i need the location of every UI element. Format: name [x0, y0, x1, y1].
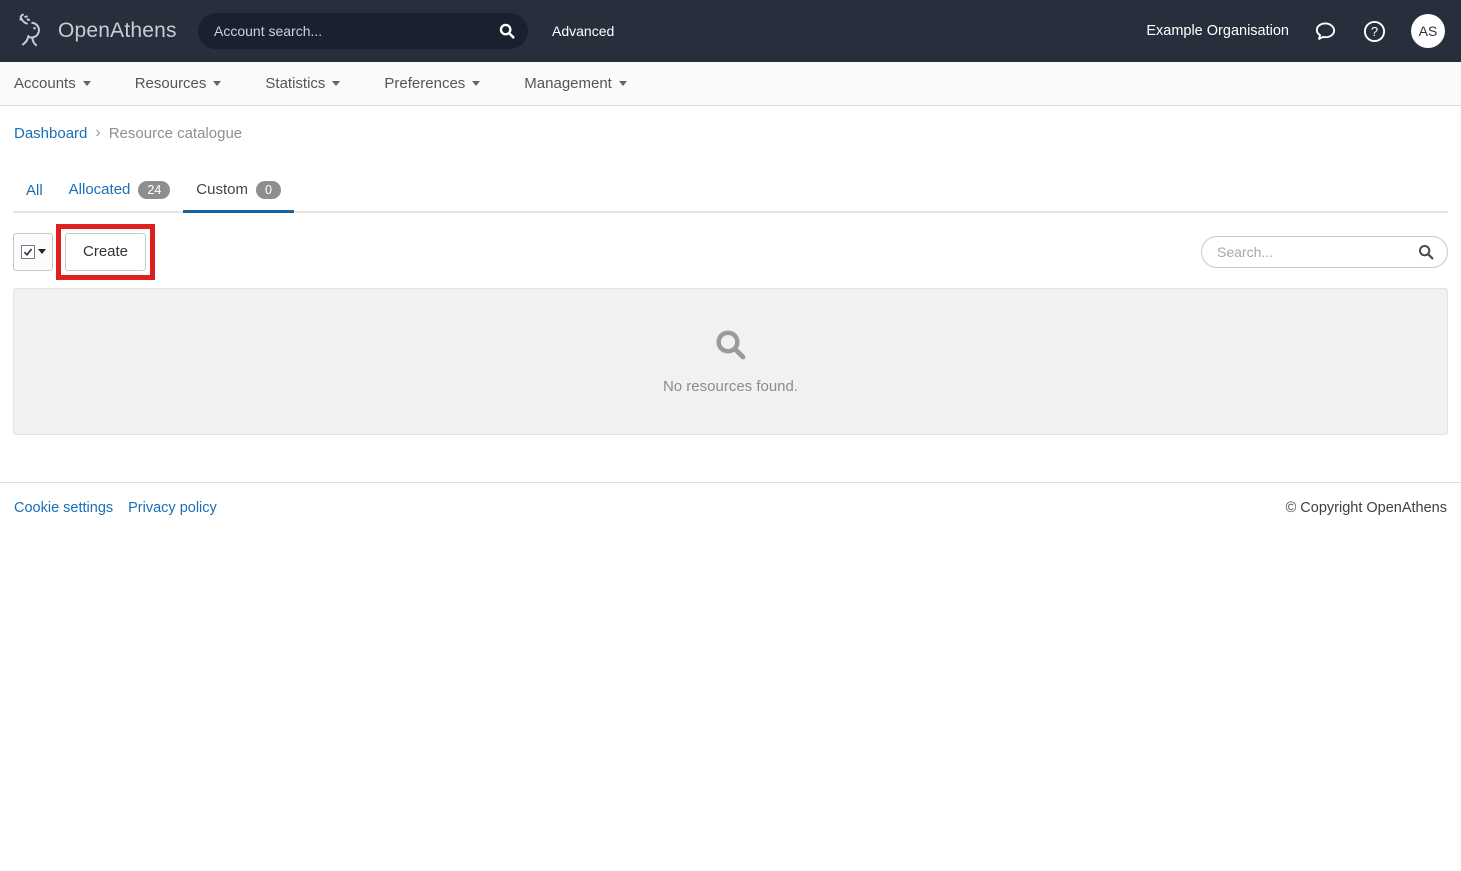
cookie-settings-link[interactable]: Cookie settings: [14, 500, 113, 516]
chat-bubble-icon[interactable]: [1313, 19, 1338, 44]
top-navbar: OpenAthens Advanced Example Organisation…: [0, 0, 1461, 62]
menu-resources[interactable]: Resources: [135, 75, 222, 92]
user-avatar[interactable]: AS: [1411, 14, 1445, 48]
organisation-name[interactable]: Example Organisation: [1146, 23, 1289, 39]
tab-all[interactable]: All: [13, 172, 56, 213]
checkbox-icon: [21, 245, 35, 259]
annotation-highlight: Create: [56, 224, 155, 280]
brand-name: OpenAthens: [58, 19, 177, 43]
breadcrumb-current: Resource catalogue: [109, 125, 242, 142]
menu-label: Statistics: [265, 75, 325, 92]
tab-label: Allocated: [69, 181, 131, 198]
chevron-down-icon: [213, 81, 221, 86]
resource-search-input[interactable]: [1217, 244, 1417, 260]
account-search: [198, 13, 528, 49]
resource-tabs: All Allocated 24 Custom 0: [13, 171, 1448, 213]
search-icon[interactable]: [498, 22, 516, 40]
svg-text:?: ?: [1371, 23, 1378, 38]
tab-custom[interactable]: Custom 0: [183, 171, 294, 213]
search-icon: [713, 327, 749, 368]
chevron-down-icon: [472, 81, 480, 86]
privacy-policy-link[interactable]: Privacy policy: [128, 500, 217, 516]
help-icon[interactable]: ?: [1362, 19, 1387, 44]
menu-preferences[interactable]: Preferences: [384, 75, 480, 92]
footer-links: Cookie settings Privacy policy: [14, 500, 217, 516]
brand[interactable]: OpenAthens: [16, 9, 196, 54]
account-search-input[interactable]: [214, 23, 498, 39]
menu-accounts[interactable]: Accounts: [14, 75, 91, 92]
resource-search: [1201, 236, 1448, 268]
empty-message: No resources found.: [663, 378, 798, 395]
menu-label: Accounts: [14, 75, 76, 92]
chevron-down-icon: [619, 81, 627, 86]
menu-management[interactable]: Management: [524, 75, 627, 92]
list-toolbar: Create: [13, 224, 1448, 280]
empty-results-panel: No resources found.: [13, 288, 1448, 435]
select-all-dropdown-button[interactable]: [13, 233, 53, 271]
breadcrumb-separator-icon: ›: [95, 124, 100, 142]
chevron-down-icon: [38, 249, 46, 254]
search-icon[interactable]: [1417, 243, 1435, 261]
tab-count-badge: 24: [138, 181, 170, 199]
menu-label: Preferences: [384, 75, 465, 92]
tab-count-badge: 0: [256, 181, 281, 199]
chevron-down-icon: [83, 81, 91, 86]
copyright-text: © Copyright OpenAthens: [1286, 500, 1447, 516]
navbar-right: Example Organisation ? AS: [1146, 14, 1445, 48]
openathens-owl-icon: [16, 9, 50, 54]
breadcrumb: Dashboard › Resource catalogue: [0, 106, 1461, 142]
tab-allocated[interactable]: Allocated 24: [56, 171, 184, 213]
tab-label: Custom: [196, 181, 248, 198]
advanced-search-link[interactable]: Advanced: [552, 23, 614, 39]
menu-statistics[interactable]: Statistics: [265, 75, 340, 92]
tab-label: All: [26, 182, 43, 199]
menu-label: Resources: [135, 75, 207, 92]
menu-label: Management: [524, 75, 612, 92]
main-menubar: Accounts Resources Statistics Preference…: [0, 62, 1461, 106]
breadcrumb-dashboard[interactable]: Dashboard: [14, 125, 87, 142]
page-footer: Cookie settings Privacy policy © Copyrig…: [0, 482, 1461, 516]
create-button[interactable]: Create: [65, 233, 146, 271]
chevron-down-icon: [332, 81, 340, 86]
